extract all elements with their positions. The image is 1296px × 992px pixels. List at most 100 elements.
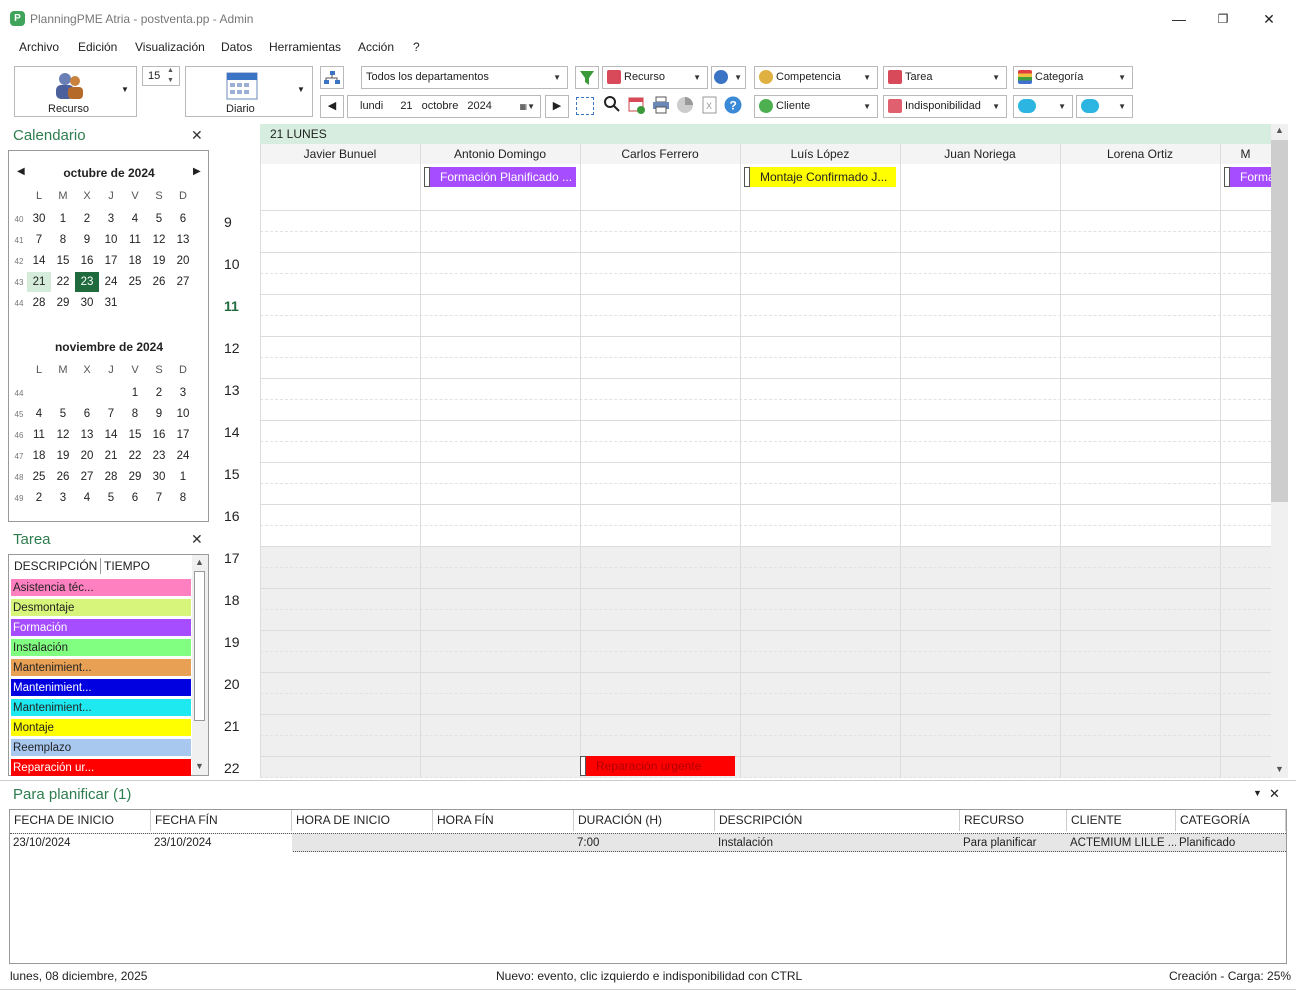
calendar-day[interactable]: 11	[27, 425, 51, 445]
calendar-day[interactable]: 4	[75, 488, 99, 508]
calendar-day[interactable]: 8	[171, 488, 195, 508]
calendar-day[interactable]: 23	[75, 272, 99, 292]
menu-help[interactable]: ?	[413, 40, 420, 54]
resource-header[interactable]: Luís López	[740, 144, 900, 164]
resource-view-button[interactable]: Recurso ▼	[14, 66, 137, 117]
hierarchy-button[interactable]	[320, 66, 344, 89]
calendar-day[interactable]: 8	[51, 230, 75, 250]
excel-export-icon[interactable]: X	[699, 96, 719, 116]
calendar-day[interactable]: 9	[147, 404, 171, 424]
menu-visualizacion[interactable]: Visualización	[135, 40, 205, 54]
calendar-day[interactable]: 27	[75, 467, 99, 487]
scroll-up-icon[interactable]: ▲	[195, 557, 204, 567]
view-mode-button[interactable]: Diario ▼	[185, 66, 313, 117]
calendar-day[interactable]: 7	[147, 488, 171, 508]
column-header[interactable]: FECHA DE INICIO	[10, 810, 151, 831]
cliente-filter-select[interactable]: Cliente ▼	[754, 95, 878, 118]
calendar-day[interactable]: 4	[27, 404, 51, 424]
calendar-day[interactable]: 15	[123, 425, 147, 445]
toggle-filter-select-2[interactable]: ▼	[1076, 95, 1133, 118]
competencia-filter-select[interactable]: Competencia ▼	[754, 66, 878, 89]
calendar-day[interactable]: 12	[51, 425, 75, 445]
close-icon[interactable]: ✕	[191, 531, 203, 548]
calendar-day[interactable]: 14	[27, 251, 51, 271]
calendar-day[interactable]: 28	[27, 293, 51, 313]
calendar-add-icon[interactable]	[627, 96, 647, 116]
calendar-day[interactable]: 10	[99, 230, 123, 250]
calendar-day[interactable]: 24	[171, 446, 195, 466]
calendar-day[interactable]: 20	[171, 251, 195, 271]
close-button[interactable]: ✕	[1256, 8, 1282, 30]
schedule-event[interactable]: Forma	[1224, 167, 1271, 187]
scroll-down-icon[interactable]: ▼	[195, 761, 204, 771]
task-scrollbar[interactable]: ▲ ▼	[192, 555, 208, 775]
calendar-day[interactable]: 2	[75, 209, 99, 229]
resource-header[interactable]: M	[1220, 144, 1271, 164]
calendar-day[interactable]: 6	[123, 488, 147, 508]
spin-up-icon[interactable]: ▲	[167, 67, 174, 74]
next-month-icon[interactable]: ▶	[193, 166, 201, 177]
prev-date-button[interactable]: ◀	[320, 95, 344, 118]
task-item[interactable]: Instalación	[11, 639, 191, 657]
calendar-day[interactable]: 2	[27, 488, 51, 508]
calendar-day[interactable]: 30	[75, 293, 99, 313]
column-header[interactable]: HORA DE INICIO	[292, 810, 433, 831]
calendar-day[interactable]: 1	[123, 383, 147, 403]
calendar-day[interactable]: 18	[27, 446, 51, 466]
calendar-day[interactable]: 3	[99, 209, 123, 229]
calendar-day[interactable]: 29	[123, 467, 147, 487]
calendar-day[interactable]: 16	[75, 251, 99, 271]
task-item[interactable]: Reemplazo	[11, 739, 191, 757]
calendar-day[interactable]: 17	[171, 425, 195, 445]
calendar-day[interactable]: 10	[171, 404, 195, 424]
column-header[interactable]: DURACIÓN (H)	[574, 810, 715, 831]
calendar-day[interactable]: 26	[147, 272, 171, 292]
close-icon[interactable]: ✕	[1269, 786, 1280, 802]
search-icon[interactable]	[602, 96, 622, 116]
menu-datos[interactable]: Datos	[221, 40, 252, 54]
calendar-day[interactable]: 28	[99, 467, 123, 487]
calendar-day[interactable]: 9	[75, 230, 99, 250]
column-header[interactable]: CATEGORÍA	[1176, 810, 1286, 831]
schedule-event[interactable]: Reparación urgente	[580, 756, 735, 776]
calendar-day[interactable]: 18	[123, 251, 147, 271]
maximize-button[interactable]: ❐	[1210, 8, 1236, 30]
task-item[interactable]: Desmontaje	[11, 599, 191, 617]
indisponibilidad-filter-select[interactable]: Indisponibilidad ▼	[883, 95, 1007, 118]
task-col-description[interactable]: DESCRIPCIÓN	[14, 559, 97, 573]
resource-header[interactable]: Juan Noriega	[900, 144, 1060, 164]
task-item[interactable]: Mantenimient...	[11, 699, 191, 717]
chevron-up-icon[interactable]: ▲	[1275, 125, 1284, 135]
column-header[interactable]: FECHA FÍN	[151, 810, 292, 831]
calendar-day[interactable]: 13	[171, 230, 195, 250]
tarea-filter-select[interactable]: Tarea ▼	[883, 66, 1007, 89]
column-header[interactable]: DESCRIPCIÓN	[715, 810, 960, 831]
menu-edicion[interactable]: Edición	[78, 40, 117, 54]
calendar-day[interactable]: 1	[171, 467, 195, 487]
scroll-thumb[interactable]	[1271, 140, 1288, 502]
calendar-day[interactable]: 24	[99, 272, 123, 292]
schedule-scrollbar[interactable]: ▲ ▼	[1271, 124, 1288, 778]
calendar-day[interactable]: 21	[27, 272, 51, 292]
calendar-day[interactable]: 13	[75, 425, 99, 445]
calendar-day[interactable]: 19	[147, 251, 171, 271]
calendar-day[interactable]: 27	[171, 272, 195, 292]
prev-month-icon[interactable]: ◀	[17, 166, 25, 177]
calendar-day[interactable]: 30	[27, 209, 51, 229]
calendar-day[interactable]: 8	[123, 404, 147, 424]
calendar-day[interactable]: 3	[51, 488, 75, 508]
menu-accion[interactable]: Acción	[358, 40, 394, 54]
task-item[interactable]: Mantenimient...	[11, 659, 191, 677]
column-header[interactable]: CLIENTE	[1067, 810, 1176, 831]
calendar-day[interactable]: 19	[51, 446, 75, 466]
calendar-day[interactable]: 21	[99, 446, 123, 466]
calendar-day[interactable]: 2	[147, 383, 171, 403]
percent-select[interactable]: ▼	[711, 66, 746, 89]
filter-button[interactable]	[575, 66, 599, 89]
calendar-day[interactable]: 11	[123, 230, 147, 250]
calendar-day[interactable]: 1	[51, 209, 75, 229]
calendar-day[interactable]: 6	[171, 209, 195, 229]
resource-header[interactable]: Javier Bunuel	[260, 144, 420, 164]
calendar-day[interactable]: 7	[27, 230, 51, 250]
calendar-day[interactable]: 5	[147, 209, 171, 229]
